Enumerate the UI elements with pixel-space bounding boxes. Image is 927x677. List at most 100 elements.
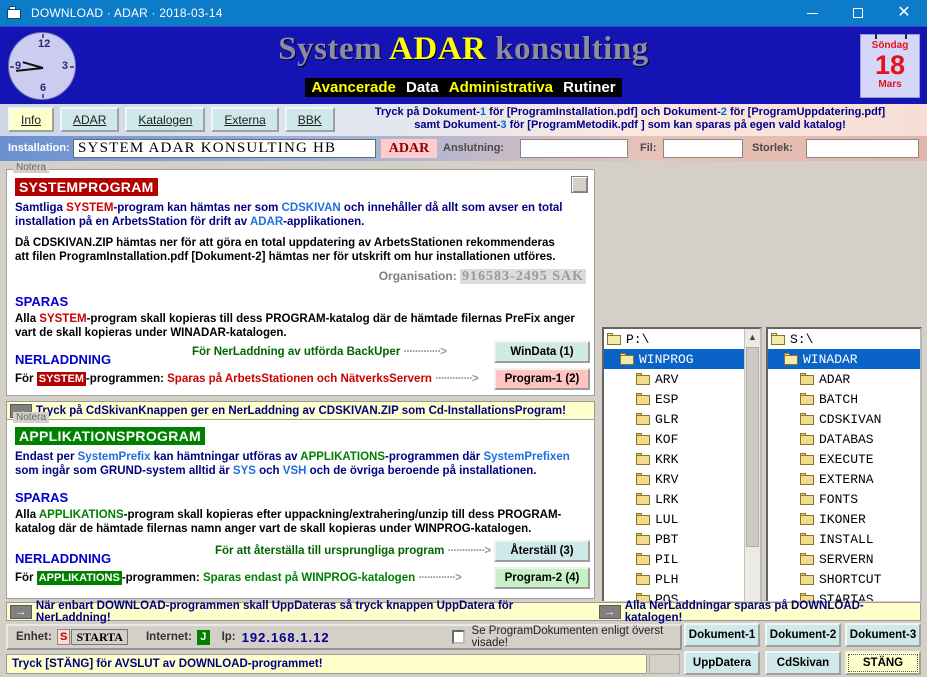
tree-item[interactable]: EXECUTE xyxy=(768,449,920,469)
sp1-k3: ADAR xyxy=(249,216,284,228)
minimize-button[interactable] xyxy=(789,0,835,26)
subtitle-word-1: Avancerade xyxy=(308,78,399,97)
panel-resize-handle[interactable] xyxy=(571,176,588,193)
tree-item-label: FONTS xyxy=(819,491,859,507)
calendar-day: 18 xyxy=(874,50,906,80)
nl2c: Sparas endast på WINPROG-katalogen xyxy=(202,572,416,584)
tab-adar-label: ADAR xyxy=(73,112,107,127)
calendar-widget: Söndag 18 Mars xyxy=(860,34,920,98)
tree-item[interactable]: GLR xyxy=(604,409,760,429)
hint-line-2: samt Dokument-3 för [ProgramMetodik.pdf … xyxy=(340,119,920,132)
tree-selected-row[interactable]: WINPROG xyxy=(604,349,760,369)
tab-externa[interactable]: Externa xyxy=(211,107,279,132)
scroll-up-icon[interactable]: ▲ xyxy=(745,329,760,345)
tree-item[interactable]: BATCH xyxy=(768,389,920,409)
tree-root-row[interactable]: P:\ xyxy=(604,329,760,349)
ap1b: kan hämtningar utföras av xyxy=(150,451,301,463)
tree-item[interactable]: IKONER xyxy=(768,509,920,529)
tree-item[interactable]: LUL xyxy=(604,509,760,529)
footer-message-bar: Tryck [STÄNG] för AVSLUT av DOWNLOAD-pro… xyxy=(6,654,647,674)
tree-item[interactable]: EXTERNA xyxy=(768,469,920,489)
hint1c: för [ProgramUppdatering.pdf] xyxy=(726,106,886,118)
nl2b: -programmen: xyxy=(121,572,203,584)
applikationsprogram-legend: Notera xyxy=(13,412,50,423)
tree-item[interactable]: KRV xyxy=(604,469,760,489)
tree-item[interactable]: LRK xyxy=(604,489,760,509)
tree-item-label: LUL xyxy=(655,511,679,527)
folder-icon xyxy=(800,433,815,445)
tree-item[interactable]: ARV xyxy=(604,369,760,389)
hint1b: för [ProgramInstallation.pdf] och Dokume… xyxy=(486,106,721,118)
folder-icon xyxy=(636,453,651,465)
anslutning-input[interactable] xyxy=(520,139,628,158)
systemprogram-panel: Notera SYSTEMPROGRAM Samtliga SYSTEM-pro… xyxy=(6,162,595,396)
internet-label: Internet: xyxy=(145,631,192,643)
systemprogram-para-2: Då CDSKIVAN.ZIP hämtas ner för att göra … xyxy=(15,236,590,264)
tree-root-row[interactable]: S:\ xyxy=(768,329,920,349)
stang-button[interactable]: STÄNG xyxy=(845,651,921,675)
sp1-k1: SYSTEM xyxy=(66,202,114,214)
banner-title: System ADAR konsulting xyxy=(0,31,927,68)
tree-item-label: PLH xyxy=(655,571,679,587)
cdskivan-tip-text: Tryck på CdSkivanKnappen ger en NerLaddn… xyxy=(36,404,566,417)
tree-item-label: ADAR xyxy=(819,371,851,387)
tab-katalogen[interactable]: Katalogen xyxy=(125,107,206,132)
fil-input[interactable] xyxy=(663,139,743,158)
ner-line-2: För APPLIKATIONS -programmen: Sparas enda… xyxy=(15,571,462,585)
tab-bbk[interactable]: BBK xyxy=(284,107,335,132)
dokument-3-button[interactable]: Dokument-3 xyxy=(845,623,921,647)
program1-button[interactable]: Program-1 (2) xyxy=(494,368,590,390)
nl1-chip: SYSTEM xyxy=(36,372,86,386)
tree-item[interactable]: PIL xyxy=(604,549,760,569)
tree-item[interactable]: ADAR xyxy=(768,369,920,389)
tree-item[interactable]: PBT xyxy=(604,529,760,549)
tab-adar[interactable]: ADAR xyxy=(60,107,120,132)
program2-button[interactable]: Program-2 (4) xyxy=(494,567,590,589)
aterstall-button[interactable]: Återställ (3) xyxy=(494,540,590,562)
program-docs-checkbox[interactable] xyxy=(451,630,465,644)
storlek-input[interactable] xyxy=(806,139,919,158)
toolbar: Info ADAR Katalogen Externa BBK Tryck på… xyxy=(0,104,927,136)
folder-icon xyxy=(636,473,651,485)
title-bar: DOWNLOAD · ADAR · 2018-03-14 ✕ xyxy=(0,0,927,26)
tab-externa-label: Externa xyxy=(224,112,266,127)
tree-selected-label: WINADAR xyxy=(803,351,858,367)
tree-item[interactable]: DATABAS xyxy=(768,429,920,449)
maximize-button[interactable] xyxy=(835,0,881,26)
tree-item-label: IKONER xyxy=(819,511,866,527)
banner-subtitle: Avancerade Data Administrativa Rutiner xyxy=(0,78,927,97)
footer-message: Tryck [STÄNG] för AVSLUT av DOWNLOAD-pro… xyxy=(12,658,323,670)
dokument-2-button[interactable]: Dokument-2 xyxy=(765,623,841,647)
installation-input[interactable]: SYSTEM ADAR KONSULTING HB xyxy=(73,139,376,158)
tree-item[interactable]: FONTS xyxy=(768,489,920,509)
tree-item[interactable]: SHORTCUT xyxy=(768,569,920,589)
folder-open-icon xyxy=(771,333,786,345)
tree-item[interactable]: KOF xyxy=(604,429,760,449)
nerladdning-heading-2: NERLADDNING xyxy=(15,551,112,566)
windata-button[interactable]: WinData (1) xyxy=(494,341,590,363)
cdskivan-button[interactable]: CdSkivan xyxy=(765,651,841,675)
hint2a: samt Dokument- xyxy=(414,119,501,131)
applikation-para-1: Endast per SystemPrefix kan hämtningar u… xyxy=(15,450,593,478)
uppdatera-button[interactable]: UppDatera xyxy=(684,651,760,675)
tree-item[interactable]: CDSKIVAN xyxy=(768,409,920,429)
dokument-1-button[interactable]: Dokument-1 xyxy=(684,623,760,647)
systemprogram-heading: SYSTEMPROGRAM xyxy=(15,178,158,196)
application-window: DOWNLOAD · ADAR · 2018-03-14 ✕ 12 3 6 9 … xyxy=(0,0,927,677)
starta-button[interactable]: STARTA xyxy=(71,629,128,645)
tree-item[interactable]: ESP xyxy=(604,389,760,409)
main-content: Notera SYSTEMPROGRAM Samtliga SYSTEM-pro… xyxy=(0,161,927,677)
restore-hint: För att återställa till ursprungliga pro… xyxy=(215,545,491,557)
sps1b: -program skall kopieras till dess PROGRA… xyxy=(86,313,575,325)
tree-item[interactable]: INSTALL xyxy=(768,529,920,549)
tree-item-label: KOF xyxy=(655,431,679,447)
tree-item[interactable]: SERVERN xyxy=(768,549,920,569)
dots-leader-1: ·············> xyxy=(403,346,448,358)
scrollbar-thumb[interactable] xyxy=(746,347,759,547)
tree-selected-row[interactable]: WINADAR xyxy=(768,349,920,369)
tree-item[interactable]: KRK xyxy=(604,449,760,469)
tab-info[interactable]: Info xyxy=(8,107,55,132)
tree-item[interactable]: PLH xyxy=(604,569,760,589)
arrow-right-icon: → xyxy=(10,604,32,619)
close-button[interactable]: ✕ xyxy=(881,0,927,26)
